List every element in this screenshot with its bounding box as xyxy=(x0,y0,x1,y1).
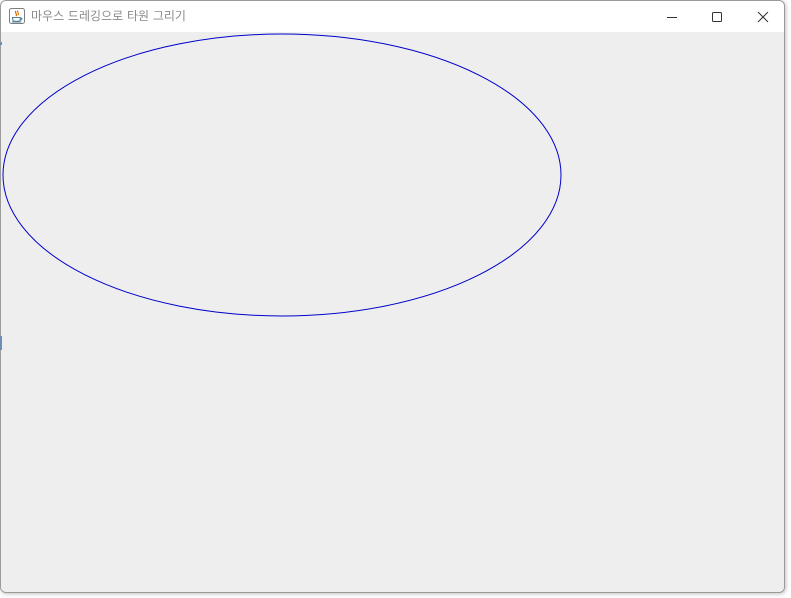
edge-marker xyxy=(0,42,2,45)
maximize-icon xyxy=(711,11,723,23)
edge-marker xyxy=(0,336,2,350)
title-bar[interactable]: 마우스 드레깅으로 타원 그리기 xyxy=(1,1,784,32)
drawn-ellipse xyxy=(2,33,562,317)
maximize-button[interactable] xyxy=(694,1,740,32)
minimize-button[interactable] xyxy=(649,1,695,32)
close-button[interactable] xyxy=(740,1,784,32)
window-title: 마우스 드레깅으로 타원 그리기 xyxy=(31,9,186,23)
app-window: 마우스 드레깅으로 타원 그리기 xyxy=(0,0,785,593)
close-icon xyxy=(757,11,769,23)
drawing-canvas[interactable] xyxy=(1,32,784,592)
canvas-surface xyxy=(2,33,562,317)
minimize-icon xyxy=(666,11,678,23)
java-cup-icon xyxy=(9,8,25,24)
